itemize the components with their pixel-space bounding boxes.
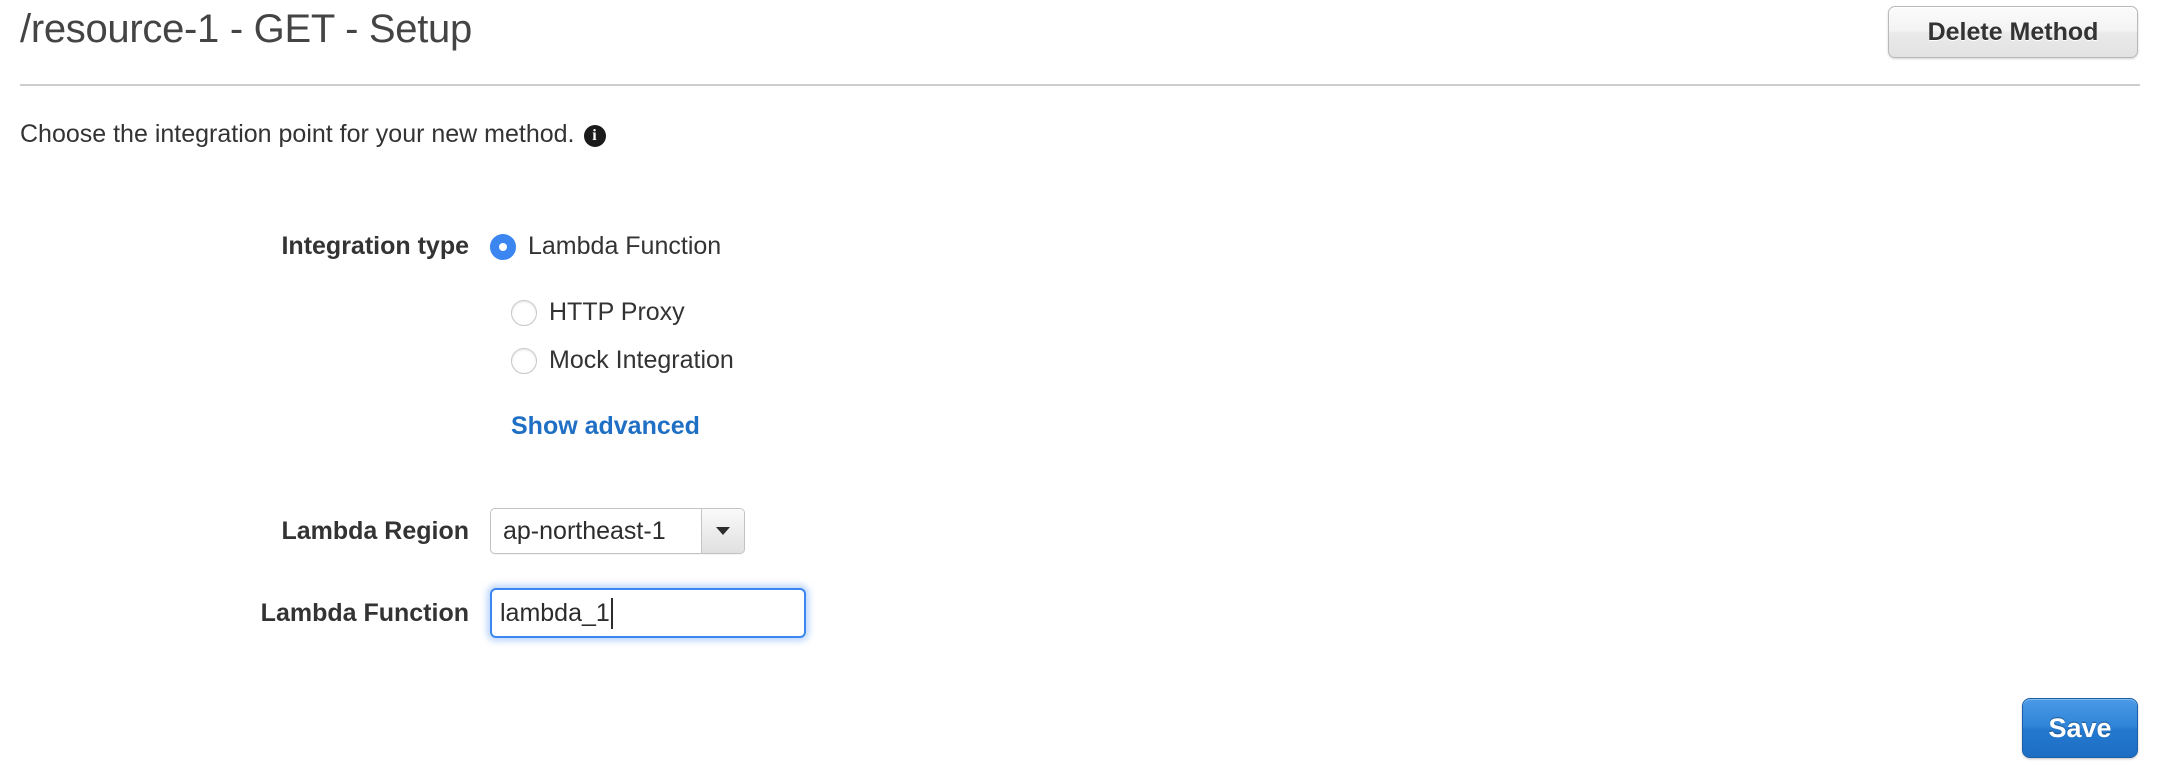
page-title: /resource-1 - GET - Setup	[20, 7, 472, 51]
chevron-down-icon	[716, 527, 730, 535]
lambda-region-label: Lambda Region	[281, 516, 469, 545]
page-header: /resource-1 - GET - Setup Delete Method	[0, 0, 2158, 86]
lambda-function-input[interactable]: lambda_1	[490, 588, 806, 638]
radio-http-proxy[interactable]	[511, 299, 537, 326]
radio-mock-integration[interactable]	[511, 347, 537, 374]
lambda-function-row: Lambda Function lambda_1	[0, 588, 806, 638]
select-arrow-button[interactable]	[701, 509, 744, 553]
lambda-function-input-value: lambda_1	[500, 598, 610, 627]
delete-method-button[interactable]: Delete Method	[1888, 6, 2138, 58]
lambda-region-select[interactable]: ap-northeast-1	[490, 508, 745, 554]
integration-type-label: Integration type	[281, 232, 469, 260]
show-advanced-row: Show advanced	[490, 412, 700, 441]
radio-option-mock-integration[interactable]: Mock Integration	[511, 346, 734, 375]
integration-intro: Choose the integration point for your ne…	[20, 120, 606, 149]
header-divider	[20, 84, 2140, 86]
radio-option-lambda-function[interactable]: Lambda Function	[490, 232, 721, 261]
radio-label-lambda-function: Lambda Function	[528, 232, 722, 260]
http-proxy-row: HTTP Proxy	[490, 298, 685, 327]
radio-label-mock-integration: Mock Integration	[549, 346, 734, 374]
radio-lambda-function[interactable]	[490, 233, 516, 260]
integration-type-row: Integration type Lambda Function	[0, 232, 721, 261]
show-advanced-link[interactable]: Show advanced	[511, 412, 700, 441]
lambda-function-label: Lambda Function	[260, 598, 469, 627]
text-cursor	[610, 597, 613, 629]
info-icon[interactable]: i	[583, 124, 606, 147]
save-button[interactable]: Save	[2022, 698, 2138, 758]
lambda-region-row: Lambda Region ap-northeast-1	[0, 508, 745, 554]
intro-text: Choose the integration point for your ne…	[20, 120, 575, 148]
radio-option-http-proxy[interactable]: HTTP Proxy	[511, 298, 685, 327]
lambda-region-value: ap-northeast-1	[503, 516, 666, 545]
mock-integration-row: Mock Integration	[490, 346, 734, 375]
radio-label-http-proxy: HTTP Proxy	[549, 298, 685, 326]
